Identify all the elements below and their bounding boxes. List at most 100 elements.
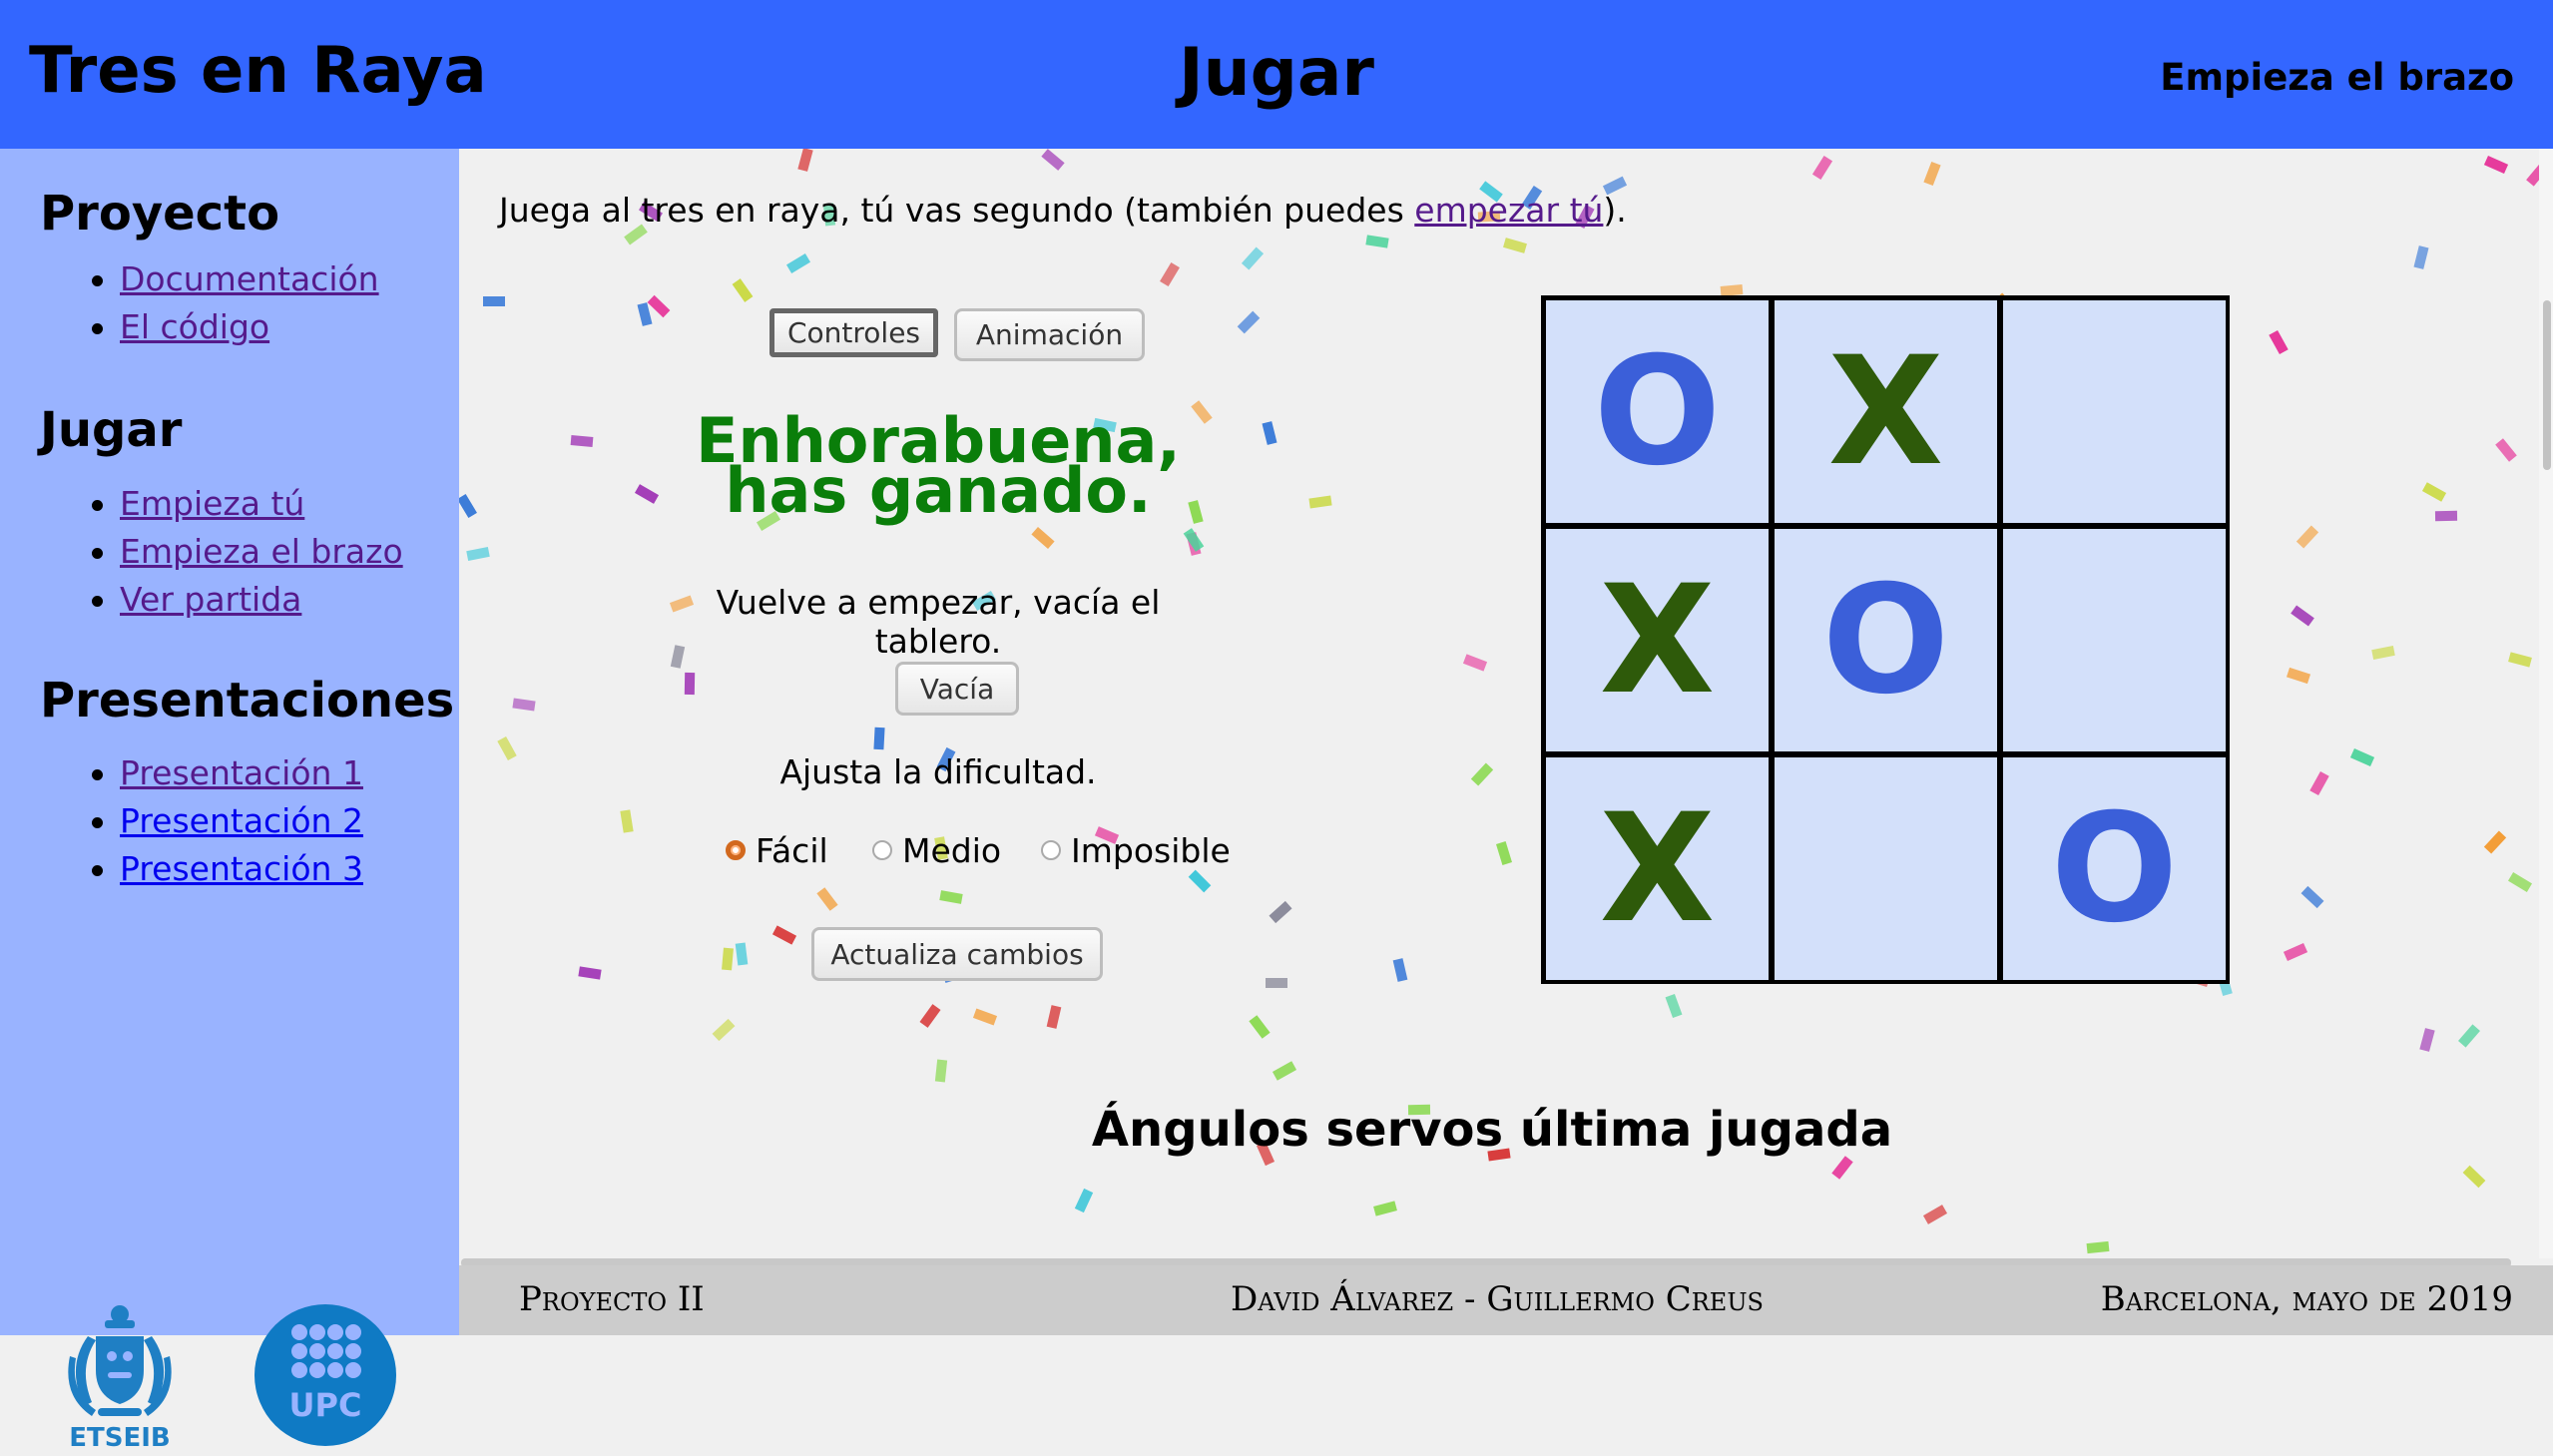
sidebar-link-presentacion-2[interactable]: Presentación 2 [120, 801, 363, 840]
clear-board-button[interactable]: Vacía [895, 662, 1019, 716]
radio-label-imposible: Imposible [1071, 830, 1231, 870]
confetti-piece [1373, 1201, 1397, 1216]
scrollbar-thumb[interactable] [2543, 300, 2551, 470]
confetti-piece [570, 435, 594, 447]
intro-link-empezar-tu[interactable]: empezar tú [1414, 191, 1603, 230]
intro-text-before: Juega al tres en raya, tú vas segundo (t… [499, 191, 1415, 230]
sidebar-link-empieza-brazo[interactable]: Empieza el brazo [120, 532, 403, 571]
sidebar-item: Ver partida [0, 576, 403, 624]
confetti-piece [2434, 510, 2458, 522]
intro-text-after: ). [1603, 191, 1627, 230]
confetti-piece [1923, 161, 1941, 187]
confetti-piece [732, 278, 754, 302]
update-settings-button[interactable]: Actualiza cambios [811, 927, 1103, 981]
confetti-piece [1470, 762, 1494, 786]
confetti-piece [1496, 841, 1512, 865]
confetti-piece [816, 887, 838, 911]
sidebar-link-presentacion-1[interactable]: Presentación 1 [120, 753, 363, 792]
confetti-piece [2507, 872, 2533, 892]
sidebar-item: Documentación [0, 255, 379, 303]
confetti-piece [771, 925, 797, 945]
board-cell-0-0[interactable]: O [1546, 300, 1769, 523]
vertical-scrollbar[interactable] [2539, 149, 2553, 1258]
confetti-piece [2283, 942, 2308, 962]
board-cell-0-1[interactable]: X [1775, 300, 1997, 523]
sidebar: Proyecto Documentación El código Jugar E… [0, 149, 459, 1453]
confetti-piece [2349, 747, 2375, 767]
sidebar-heading-presentaciones: Presentaciones [40, 673, 455, 728]
servo-angles-title: Ángulos servos última jugada [1091, 1102, 1893, 1158]
main-content: Juega al tres en raya, tú vas segundo (t… [459, 149, 2553, 1258]
confetti-piece [735, 942, 749, 966]
sidebar-heading-jugar: Jugar [40, 402, 183, 458]
confetti-piece [466, 546, 490, 562]
confetti-piece [2508, 652, 2532, 668]
confetti-piece [1392, 958, 1408, 982]
confetti-piece [1160, 261, 1180, 287]
intro-text: Juega al tres en raya, tú vas segundo (t… [499, 191, 1627, 230]
upc-logo: UPC [255, 1304, 396, 1446]
board-cell-2-1[interactable] [1775, 757, 1997, 980]
sidebar-link-empieza-tu[interactable]: Empieza tú [120, 484, 304, 523]
confetti-piece [873, 727, 885, 750]
confetti-piece [2286, 667, 2311, 685]
board-cell-2-0[interactable]: X [1546, 757, 1769, 980]
confetti-piece [1188, 869, 1212, 893]
confetti-piece [2421, 482, 2447, 502]
radio-label-facil: Fácil [756, 830, 828, 870]
confetti-piece [634, 484, 660, 504]
confetti-piece [1046, 1005, 1062, 1029]
difficulty-option-imposible[interactable]: Imposible [1041, 830, 1231, 870]
confetti-piece [1462, 654, 1488, 672]
etseib-logo-text: ETSEIB [69, 1423, 170, 1453]
win-message-line2: has ganado. [725, 454, 1152, 527]
etseib-logo: ETSEIB [68, 1305, 172, 1453]
confetti-piece [2419, 1028, 2435, 1052]
confetti-piece [1241, 246, 1265, 270]
confetti-piece [2291, 605, 2314, 627]
tab-controles[interactable]: Controles [769, 308, 938, 357]
board-cell-1-1[interactable]: O [1775, 529, 1997, 751]
radio-medio[interactable] [872, 840, 892, 860]
difficulty-option-medio[interactable]: Medio [872, 830, 1001, 870]
confetti-piece [2495, 438, 2517, 462]
difficulty-option-facil[interactable]: Fácil [726, 830, 828, 870]
board-cell-1-2[interactable] [2003, 529, 2226, 751]
board-cell-2-2[interactable]: O [2003, 757, 2226, 980]
difficulty-text: Ajusta la dificultad. [779, 752, 1097, 791]
tab-animacion[interactable]: Animación [954, 308, 1145, 361]
confetti-piece [2296, 525, 2319, 549]
radio-facil[interactable] [726, 840, 746, 860]
confetti-piece [647, 294, 671, 318]
confetti-piece [578, 966, 602, 980]
sidebar-list-jugar: Empieza tú Empieza el brazo Ver partida [0, 480, 403, 624]
confetti-piece [1831, 1156, 1853, 1180]
sidebar-heading-proyecto: Proyecto [40, 186, 280, 242]
header: Tres en Raya Jugar Empieza el brazo [0, 0, 2553, 149]
win-message: Enhorabuena, has ganado. [659, 410, 1218, 527]
confetti-piece [2458, 1024, 2480, 1048]
confetti-piece [2371, 645, 2395, 661]
sidebar-link-codigo[interactable]: El código [120, 307, 269, 346]
board-cell-0-2[interactable] [2003, 300, 2226, 523]
confetti-piece [1272, 1061, 1297, 1081]
confetti-piece [2483, 155, 2509, 175]
restart-text: Vuelve a empezar, vacía el tablero. [716, 583, 1161, 661]
confetti-piece [785, 253, 811, 273]
confetti-piece [722, 947, 734, 971]
confetti-piece [1922, 1205, 1948, 1224]
sidebar-item: Empieza tú [0, 480, 403, 528]
confetti-piece [2269, 329, 2289, 355]
confetti-piece [637, 302, 653, 326]
sidebar-link-ver-partida[interactable]: Ver partida [120, 580, 301, 619]
sidebar-link-documentacion[interactable]: Documentación [120, 259, 379, 298]
confetti-piece [2483, 830, 2507, 854]
confetti-piece [2413, 245, 2429, 269]
confetti-piece [797, 149, 813, 172]
board-cell-1-0[interactable]: X [1546, 529, 1769, 751]
confetti-piece [483, 296, 505, 306]
sidebar-link-presentacion-3[interactable]: Presentación 3 [120, 849, 363, 888]
confetti-piece [972, 1008, 998, 1026]
confetti-piece [1041, 149, 1065, 171]
radio-imposible[interactable] [1041, 840, 1061, 860]
